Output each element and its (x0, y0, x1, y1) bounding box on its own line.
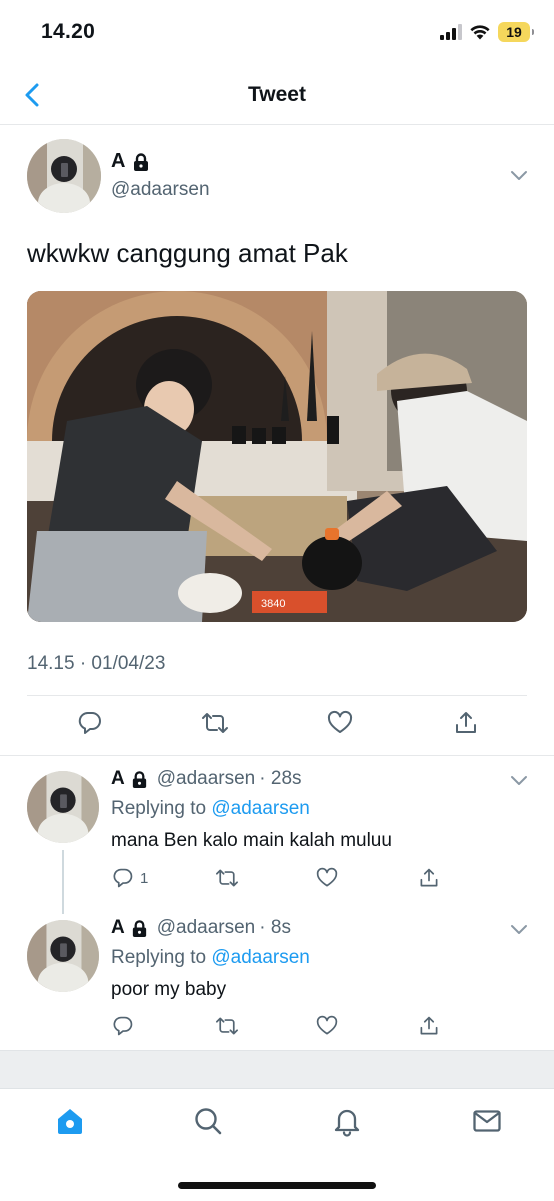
tweet-media[interactable]: 3840 (27, 291, 527, 622)
tweet-text: wkwkw canggung amat Pak (27, 238, 348, 268)
tab-notifications[interactable] (329, 1103, 365, 1139)
search-icon (192, 1105, 224, 1137)
home-icon (54, 1105, 86, 1137)
avatar[interactable] (27, 771, 99, 843)
tab-search[interactable] (190, 1103, 226, 1139)
heart-icon (316, 1015, 338, 1037)
retweet-button[interactable] (214, 1015, 240, 1037)
heart-icon (316, 867, 338, 889)
reply-author-name[interactable]: A (111, 917, 149, 939)
share-icon (453, 710, 479, 736)
nav-bar: Tweet (0, 66, 554, 125)
like-button[interactable] (316, 867, 338, 889)
share-button[interactable] (418, 867, 440, 889)
chevron-down-icon (510, 170, 528, 182)
mail-icon (471, 1105, 503, 1137)
reply-more-button[interactable] (510, 924, 528, 936)
page-title: Tweet (248, 83, 306, 106)
main-tweet: A @adaarsen wkwkw canggung amat Pak 3840… (0, 125, 554, 756)
retweet-icon (200, 710, 230, 736)
lock-icon (131, 152, 151, 172)
retweet-button[interactable] (214, 867, 240, 889)
share-icon (418, 867, 440, 889)
reply-icon (112, 1015, 134, 1037)
tab-messages[interactable] (469, 1103, 505, 1139)
reply-handle[interactable]: @adaarsen (157, 768, 256, 790)
tweet-timestamp: 14.15 · 01/04/23 (27, 653, 166, 674)
lock-icon (130, 770, 149, 789)
reply-meta: A @adaarsen · 8s (111, 917, 291, 939)
heart-icon (327, 710, 353, 736)
status-icons: 19 (440, 22, 534, 42)
author-name[interactable]: A (111, 150, 151, 173)
chevron-down-icon (510, 775, 528, 787)
reply-handle[interactable]: @adaarsen (157, 917, 256, 939)
tab-home[interactable] (52, 1103, 88, 1139)
share-icon (418, 1015, 440, 1037)
status-bar: 14.20 19 (0, 0, 554, 66)
signal-icon (440, 24, 462, 40)
feed-end-spacer (0, 1050, 554, 1089)
replying-to: Replying to @adaarsen (111, 947, 310, 969)
lock-icon (130, 919, 149, 938)
reply-more-button[interactable] (510, 775, 528, 787)
retweet-icon (214, 867, 240, 889)
replying-to-link[interactable]: @adaarsen (211, 947, 310, 968)
like-button[interactable] (316, 1015, 338, 1037)
reply-count: 1 (140, 869, 149, 887)
reply-tweet[interactable]: A @adaarsen · 8s Replying to @adaarsen p… (0, 917, 554, 1047)
status-time: 14.20 (41, 20, 96, 43)
battery-icon: 19 (498, 22, 534, 42)
reply-button[interactable] (112, 1015, 140, 1037)
replying-to-link[interactable]: @adaarsen (211, 798, 310, 819)
retweet-button[interactable] (200, 710, 230, 736)
reply-meta: A @adaarsen · 28s (111, 768, 302, 790)
author-display-name: A (111, 150, 126, 172)
replying-prefix: Replying to (111, 947, 207, 968)
author-handle[interactable]: @adaarsen (111, 179, 210, 201)
chevron-down-icon (510, 924, 528, 936)
thread-line (62, 850, 64, 914)
avatar[interactable] (27, 139, 101, 213)
divider (27, 695, 527, 696)
bell-icon (331, 1105, 363, 1137)
share-button[interactable] (453, 710, 479, 736)
share-button[interactable] (418, 1015, 440, 1037)
reply-time: · 8s (259, 917, 291, 938)
reply-author-name[interactable]: A (111, 768, 149, 790)
replying-to: Replying to @adaarsen (111, 798, 310, 820)
home-indicator[interactable] (178, 1182, 376, 1189)
battery-level: 19 (506, 24, 522, 40)
reply-text: poor my baby (111, 979, 227, 1000)
reply-icon (112, 867, 134, 889)
tweet-more-button[interactable] (510, 170, 528, 182)
wifi-icon (469, 24, 491, 40)
reply-tweet[interactable]: A @adaarsen · 28s Replying to @adaarsen … (0, 768, 554, 910)
media-caption: 3840 (261, 598, 285, 610)
reply-button[interactable] (77, 710, 103, 736)
replying-prefix: Replying to (111, 798, 207, 819)
reply-icon (77, 710, 103, 736)
reply-button[interactable]: 1 (112, 867, 148, 889)
reply-time: · 28s (259, 768, 302, 789)
reply-display-name: A (111, 917, 125, 938)
reply-text: mana Ben kalo main kalah muluu (111, 830, 392, 851)
like-button[interactable] (327, 710, 353, 736)
reply-display-name: A (111, 768, 125, 789)
retweet-icon (214, 1015, 240, 1037)
avatar[interactable] (27, 920, 99, 992)
tweet-actions (0, 710, 554, 740)
